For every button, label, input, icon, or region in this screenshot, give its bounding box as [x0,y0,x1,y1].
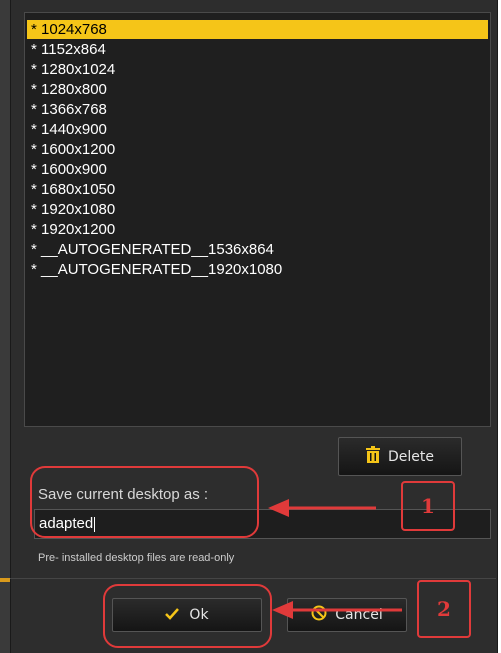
cancel-button[interactable]: Cancel [287,598,407,632]
delete-button[interactable]: Delete [338,437,462,476]
resolution-list-item[interactable]: * 1600x1200 [27,140,488,159]
cancel-circle-icon [311,605,327,625]
resolution-list[interactable]: * 1024x768 * 1152x864 * 1280x1024 * 1280… [24,12,491,427]
resolution-list-item[interactable]: * 1280x800 [27,80,488,99]
desktop-name-value: adapted [39,515,94,532]
trash-icon [366,445,380,468]
checkmark-icon [165,606,180,624]
resolution-list-item[interactable]: * __AUTOGENERATED__1536x864 [27,240,488,259]
annotation-step-1-badge: 1 [401,481,455,531]
resolution-list-item[interactable]: * 1024x768 [27,20,488,39]
annotation-step-2-badge: 2 [417,580,471,638]
background-accent-mark [0,578,10,582]
resolution-list-item[interactable]: * 1366x768 [27,100,488,119]
save-desktop-label: Save current desktop as : [38,486,209,503]
ok-button[interactable]: Ok [112,598,262,632]
background-window-edge [0,0,10,653]
resolution-list-item[interactable]: * __AUTOGENERATED__1920x1080 [27,260,488,279]
resolution-list-item[interactable]: * 1920x1200 [27,220,488,239]
resolution-list-item[interactable]: * 1152x864 [27,40,488,59]
resolution-list-item[interactable]: * 1280x1024 [27,60,488,79]
cancel-button-label: Cancel [335,607,383,623]
delete-button-label: Delete [388,448,434,465]
resolution-list-item[interactable]: * 1440x900 [27,120,488,139]
read-only-hint: Pre- installed desktop files are read-on… [38,552,235,564]
resolution-list-item[interactable]: * 1920x1080 [27,200,488,219]
resolution-list-item[interactable]: * 1680x1050 [27,180,488,199]
ok-button-label: Ok [189,607,209,623]
resolution-list-item[interactable]: * 1600x900 [27,160,488,179]
footer-divider [10,578,496,579]
text-caret [94,516,96,532]
